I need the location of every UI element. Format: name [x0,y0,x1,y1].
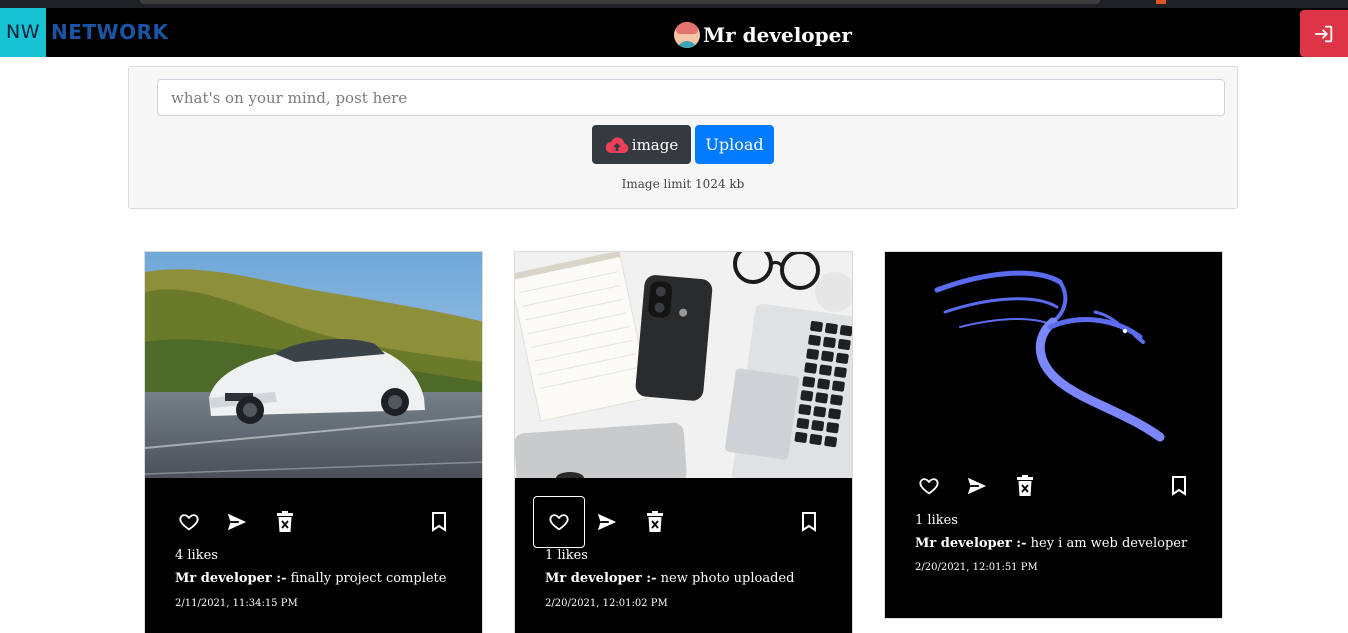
browser-indicator [1156,0,1166,4]
heart-icon [179,514,199,531]
share-button[interactable] [211,496,263,548]
likes-count: 1 likes [915,513,958,528]
like-button[interactable] [903,460,955,512]
send-icon [227,513,247,531]
post-composer: image Upload Image limit 1024 kb [128,66,1238,209]
like-button[interactable] [533,496,585,548]
bookmark-icon [432,512,446,532]
bookmark-icon [802,512,816,532]
logout-button[interactable] [1300,10,1348,57]
image-limit-note: Image limit 1024 kb [621,177,745,191]
post-text: hey i am web developer [1026,536,1188,551]
share-button[interactable] [951,460,1003,512]
post-image[interactable] [515,252,852,478]
logout-icon [1314,25,1333,42]
post-actions [885,460,1222,512]
current-user: Mr developer [674,20,852,50]
navbar: NW NETWORK Mr developer [0,8,1348,57]
cloud-upload-icon [605,136,629,153]
share-button[interactable] [581,496,633,548]
bookmark-icon [1172,476,1186,496]
post-text-input[interactable] [157,79,1225,116]
post-image[interactable] [145,252,482,478]
browser-top-strip [0,0,1348,8]
bookmark-button[interactable] [413,496,465,548]
post-text: finally project complete [286,571,447,586]
post-author: Mr developer :- [915,536,1027,551]
post-card: 4 likes Mr developer :- finally project … [144,251,483,633]
post-author: Mr developer :- [545,571,657,586]
delete-icon [277,511,293,532]
delete-button[interactable] [259,496,311,548]
post-actions [515,496,852,548]
delete-button[interactable] [629,496,681,548]
choose-image-button[interactable]: image [592,125,691,164]
send-icon [597,513,617,531]
post-caption: Mr developer :- new photo uploaded [545,571,794,586]
post-actions [145,496,482,548]
delete-icon [647,511,663,532]
browser-tab-bar [140,0,1100,4]
heart-icon [919,478,939,495]
logo-text[interactable]: NETWORK [51,8,169,57]
post-text: new photo uploaded [656,571,795,586]
post-caption: Mr developer :- hey i am web developer [915,536,1187,551]
post-date: 2/20/2021, 12:01:02 PM [545,598,668,609]
avatar-icon [674,22,700,48]
post-image[interactable] [885,252,1222,442]
upload-button[interactable]: Upload [695,125,774,164]
likes-count: 1 likes [545,548,588,563]
logo-abbr[interactable]: NW [0,8,46,57]
post-date: 2/20/2021, 12:01:51 PM [915,562,1038,573]
likes-count: 4 likes [175,548,218,563]
bookmark-button[interactable] [1153,460,1205,512]
post-date: 2/11/2021, 11:34:15 PM [175,598,298,609]
delete-button[interactable] [999,460,1051,512]
post-caption: Mr developer :- finally project complete [175,571,446,586]
username: Mr developer [703,23,852,47]
heart-icon [549,514,569,531]
post-card: 1 likes Mr developer :- new photo upload… [514,251,853,633]
like-button[interactable] [163,496,215,548]
post-author: Mr developer :- [175,571,287,586]
bookmark-button[interactable] [783,496,835,548]
send-icon [967,477,987,495]
delete-icon [1017,475,1033,496]
post-card: 1 likes Mr developer :- hey i am web dev… [884,251,1223,619]
choose-image-label: image [631,135,679,154]
